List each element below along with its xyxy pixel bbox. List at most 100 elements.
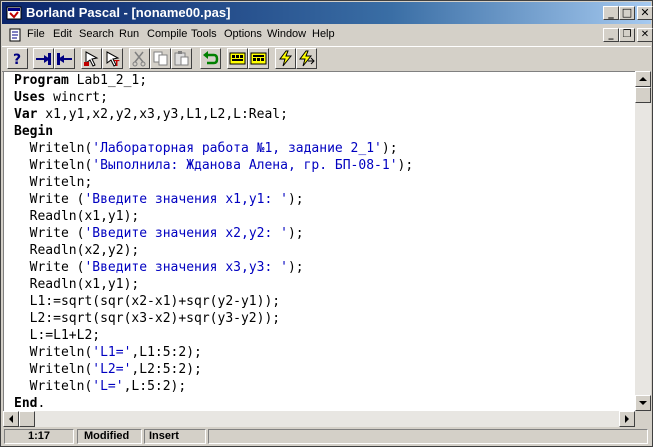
horizontal-scrollbar[interactable] — [3, 411, 635, 427]
code-line: Write ('Введите значения x2,y2: '); — [14, 225, 413, 242]
code-string: 'Введите значения x3,y3: ' — [84, 260, 288, 275]
minimize-icon: _ — [608, 6, 614, 19]
code-line: Write ('Введите значения x3,y3: '); — [14, 259, 413, 276]
code-text: ); — [381, 141, 398, 156]
code-text: Writeln( — [14, 362, 93, 377]
code-text: ); — [287, 260, 304, 275]
close-icon: ✕ — [640, 29, 650, 40]
paste-button[interactable] — [171, 48, 192, 69]
code-text: L:=L1+L2; — [14, 328, 101, 343]
app-window: Borland Pascal - [noname00.pas] _ □ ✕ Fi… — [0, 0, 653, 447]
undo-button[interactable] — [200, 48, 221, 69]
code-text: wincrt; — [45, 90, 108, 105]
modified-indicator: Modified — [77, 429, 142, 444]
help-button[interactable]: ? — [7, 48, 28, 69]
code-text: x1,y1,x2,y2,x3,y3,L1,L2,L:Real; — [37, 107, 288, 122]
copy-button[interactable] — [150, 48, 171, 69]
undo-icon — [203, 51, 219, 65]
code-line: Readln(x1,y1); — [14, 208, 413, 225]
horizontal-scroll-thumb[interactable] — [19, 411, 35, 427]
vertical-scroll-thumb[interactable] — [635, 87, 651, 103]
code-text: Writeln( — [14, 379, 93, 394]
step-over-button[interactable] — [296, 48, 317, 69]
open-file-button[interactable] — [33, 48, 54, 69]
code-line: Var x1,y1,x2,y2,x3,y3,L1,L2,L:Real; — [14, 106, 413, 123]
menu-search[interactable]: Search — [79, 28, 114, 40]
find-next-button[interactable]: T — [102, 48, 123, 69]
code-line: Readln(x2,y2); — [14, 242, 413, 259]
status-bar: 1:17 Modified Insert — [2, 428, 651, 446]
code-text: ); — [287, 226, 304, 241]
document-icon[interactable] — [8, 28, 22, 42]
compile-button[interactable] — [227, 48, 248, 69]
code-string: 'L2=' — [92, 362, 132, 377]
open-file-icon — [36, 53, 51, 65]
code-editor[interactable]: Program Lab1_2_1; Uses wincrt; Var x1,y1,x… — [3, 71, 636, 412]
paste-icon — [174, 51, 189, 66]
scroll-down-button[interactable] — [635, 395, 651, 411]
scroll-up-button[interactable] — [635, 71, 651, 87]
code-text: L1:=sqrt(sqr(x2-x1)+sqr(y2-y1)); — [14, 294, 281, 309]
vertical-scrollbar[interactable] — [635, 71, 651, 411]
menu-help[interactable]: Help — [312, 28, 335, 40]
save-file-button[interactable] — [54, 48, 75, 69]
close-button[interactable]: ✕ — [637, 6, 653, 20]
code-keyword: Program — [14, 73, 69, 88]
arrow-left-icon — [9, 415, 13, 423]
menu-run[interactable]: Run — [119, 28, 139, 40]
menu-options[interactable]: Options — [224, 28, 262, 40]
code-keyword: Var — [14, 107, 38, 122]
code-line: L2:=sqrt(sqr(x3-x2)+sqr(y3-y2)); — [14, 310, 413, 327]
code-line: Writeln('L2=',L2:5:2); — [14, 361, 413, 378]
document-minimize-button[interactable]: _ — [603, 28, 619, 42]
cut-button[interactable] — [129, 48, 150, 69]
menu-tools[interactable]: Tools — [191, 28, 217, 40]
code-text: Writeln( — [14, 141, 93, 156]
code-string: 'Введите значения x2,y2: ' — [84, 226, 288, 241]
document-close-button[interactable]: ✕ — [637, 28, 653, 42]
code-text: ,L:5:2); — [123, 379, 187, 394]
code-line: Uses wincrt; — [14, 89, 413, 106]
make-button[interactable] — [248, 48, 269, 69]
code-line: End. — [14, 395, 413, 412]
code-text: Readln(x2,y2); — [14, 243, 140, 258]
code-keyword: Begin — [14, 124, 54, 139]
code-line: Readln(x1,y1); — [14, 276, 413, 293]
code-line: Writeln('L1=',L1:5:2); — [14, 344, 413, 361]
menu-window[interactable]: Window — [267, 28, 306, 40]
document-restore-button[interactable]: ❐ — [619, 28, 635, 42]
restore-icon: ❐ — [622, 29, 632, 40]
scrollbar-corner — [635, 411, 651, 427]
menu-edit[interactable]: Edit — [53, 28, 72, 40]
code-string: 'L1=' — [92, 345, 132, 360]
code-text: Readln(x1,y1); — [14, 209, 140, 224]
svg-text:T: T — [114, 59, 120, 67]
find-button[interactable] — [81, 48, 102, 69]
code-line: Writeln; — [14, 174, 413, 191]
status-message-area — [208, 429, 648, 444]
scroll-left-button[interactable] — [3, 411, 19, 427]
maximize-button[interactable]: □ — [619, 6, 635, 20]
code-line: Begin — [14, 123, 413, 140]
code-text: Write ( — [14, 260, 85, 275]
minimize-icon: _ — [608, 29, 614, 40]
maximize-icon: □ — [621, 6, 633, 19]
close-icon: ✕ — [640, 6, 650, 19]
menu-file[interactable]: File — [27, 28, 45, 40]
arrow-down-icon — [639, 401, 647, 405]
code-text: Readln(x1,y1); — [14, 277, 140, 292]
scroll-right-button[interactable] — [619, 411, 635, 427]
copy-icon — [153, 51, 168, 66]
borland-pascal-app-icon[interactable] — [6, 5, 22, 21]
compile-icon — [229, 52, 246, 65]
menu-bar: File Edit Search Run Compile Tools Optio… — [2, 25, 653, 45]
minimize-button[interactable]: _ — [603, 6, 619, 20]
code-text: ,L1:5:2); — [131, 345, 202, 360]
menu-compile[interactable]: Compile — [147, 28, 187, 40]
code-line: Program Lab1_2_1; — [14, 72, 413, 89]
title-bar[interactable]: Borland Pascal - [noname00.pas] _ □ ✕ — [2, 2, 653, 24]
run-button[interactable] — [275, 48, 296, 69]
find-next-icon: T — [106, 51, 120, 67]
window-title: Borland Pascal - [noname00.pas] — [26, 5, 231, 20]
code-line: L:=L1+L2; — [14, 327, 413, 344]
